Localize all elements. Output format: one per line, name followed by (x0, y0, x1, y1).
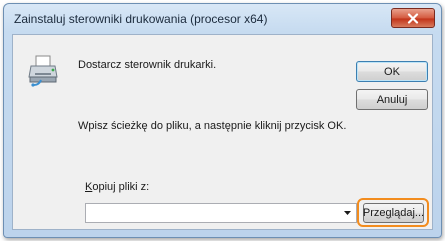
window-title: Zainstaluj sterowniki drukowania (proces… (14, 12, 268, 26)
chevron-down-icon (343, 211, 351, 215)
copy-files-label-text: opiuj pliki z: (92, 181, 150, 193)
file-path-combobox[interactable] (85, 203, 357, 223)
close-icon (407, 12, 419, 24)
browse-button[interactable]: Prze g lądaj... (363, 203, 424, 223)
title-bar[interactable]: Zainstaluj sterowniki drukowania (proces… (4, 4, 441, 34)
browse-label-suffix: lądaj... (391, 207, 425, 219)
dialog-body: Dostarcz sterownik drukarki. OK Anuluj W… (12, 34, 433, 230)
dialog-message: Dostarcz sterownik drukarki. (78, 59, 217, 71)
printer-icon (28, 55, 58, 87)
ok-button[interactable]: OK (356, 61, 428, 82)
close-button[interactable] (391, 8, 435, 28)
instruction-text: Wpisz ścieżkę do pliku, a następnie klik… (78, 120, 347, 132)
combo-dropdown-button[interactable] (338, 204, 356, 222)
browse-label-prefix: Prze (362, 207, 386, 219)
install-printer-driver-dialog: Zainstaluj sterowniki drukowania (proces… (3, 3, 442, 238)
copy-files-label: Kopiuj pliki z: (85, 181, 149, 193)
cancel-button[interactable]: Anuluj (356, 89, 428, 110)
file-path-input[interactable] (86, 204, 344, 222)
